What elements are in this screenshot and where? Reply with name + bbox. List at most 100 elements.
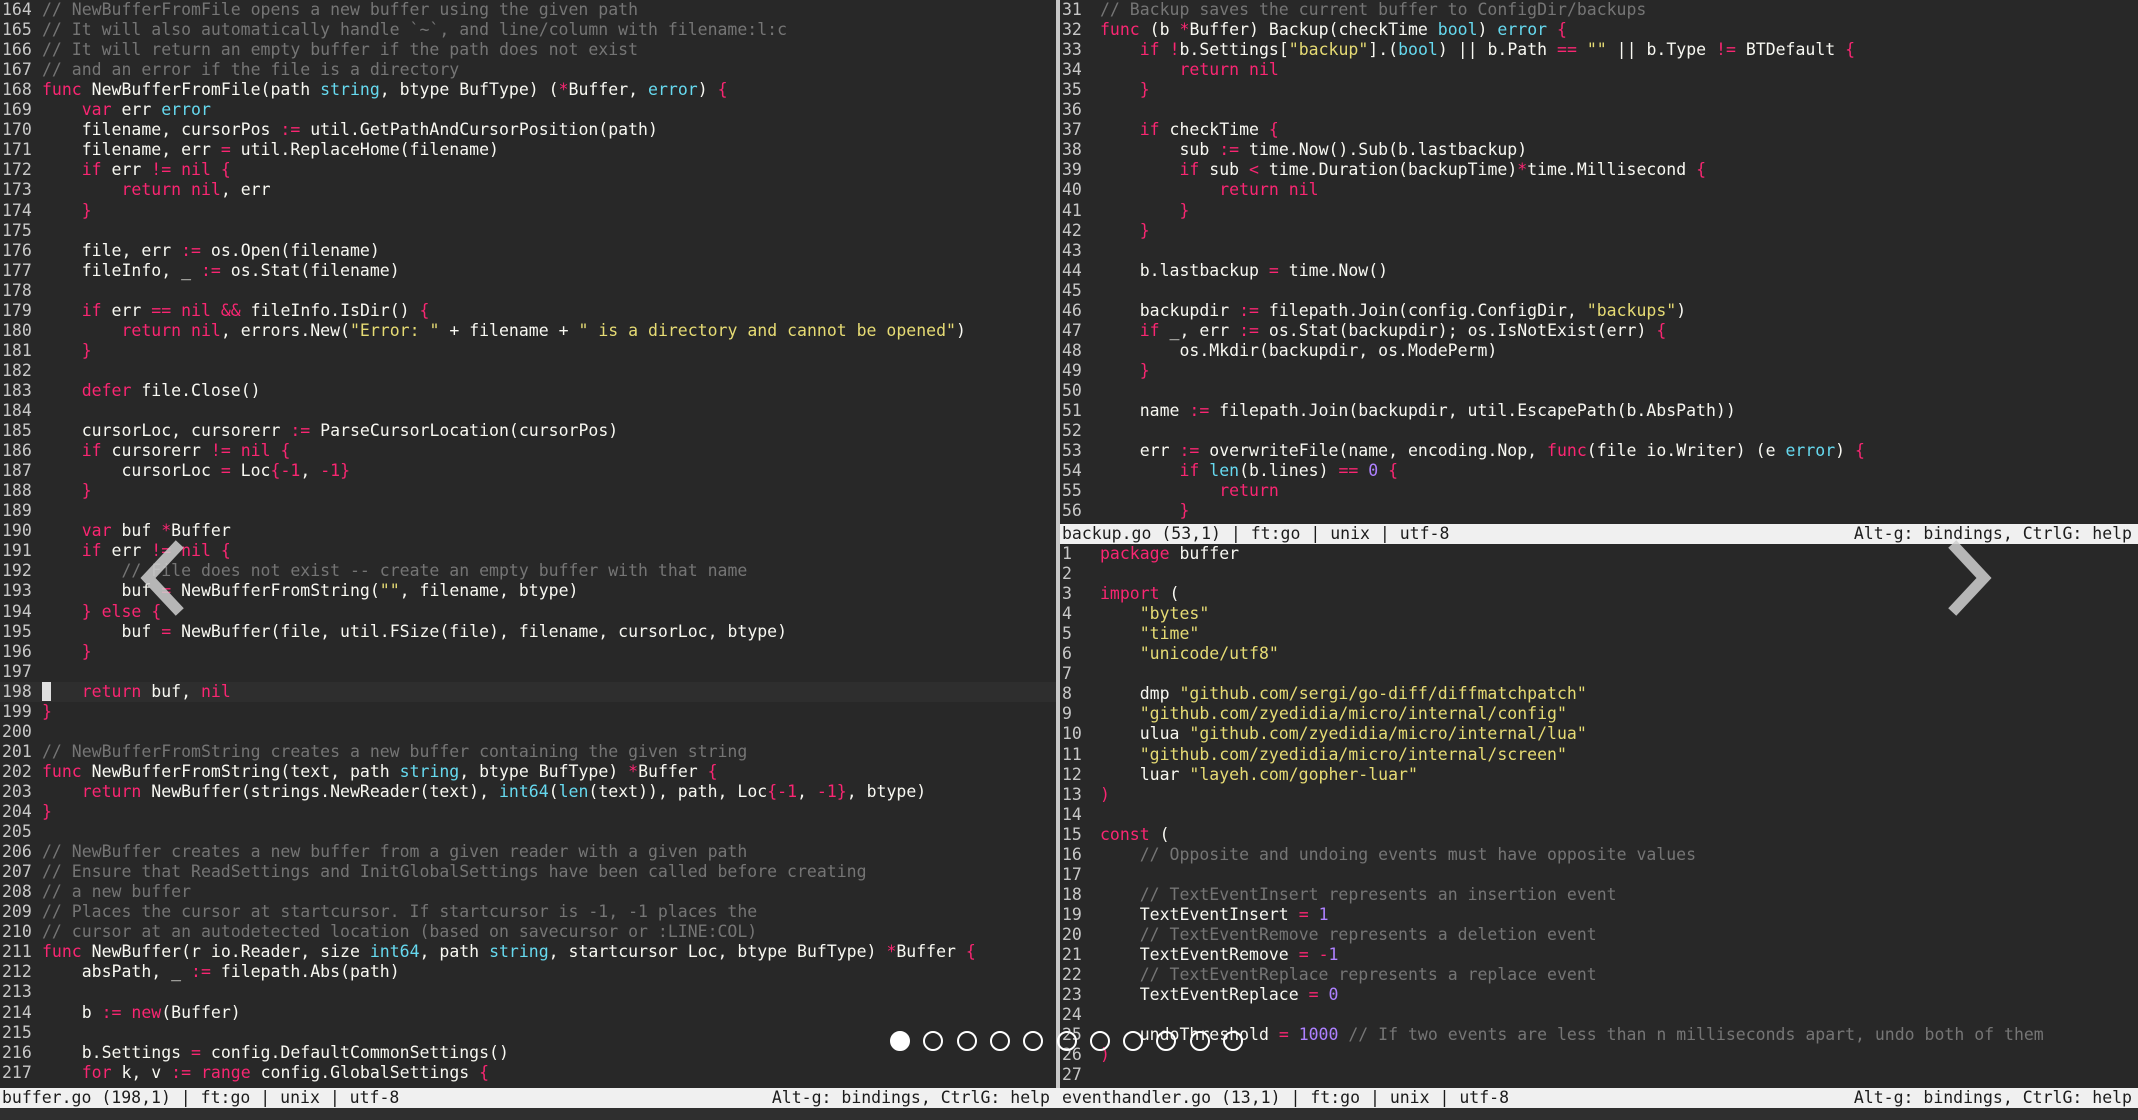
code-line: 168 func NewBufferFromFile(path string, b…	[0, 80, 1056, 100]
carousel-prev-button[interactable]	[132, 538, 192, 618]
line-number: 43	[1062, 240, 1082, 260]
code-token: "unicode/utf8"	[1139, 644, 1279, 664]
code-token: string	[489, 942, 549, 962]
code-token: )	[697, 80, 718, 100]
carousel-dot[interactable]	[1223, 1031, 1243, 1051]
code-line: 7	[1060, 664, 2138, 684]
line-number: 211	[2, 942, 32, 962]
code-token: (b.lines)	[1239, 461, 1339, 481]
code-token: NewBuffer(r io.Reader, size	[81, 942, 370, 962]
carousel-dot[interactable]	[1123, 1031, 1144, 1051]
code-token: // TextEventRemove represents a deletion…	[1139, 924, 1597, 944]
line-number: 181	[2, 340, 32, 360]
code-line: 39 if sub < time.Duration(backupTime)*ti…	[1060, 160, 2138, 180]
code-token: -1	[320, 461, 341, 481]
line-number: 167	[2, 60, 32, 80]
carousel-dot[interactable]	[1189, 1031, 1210, 1051]
carousel-dot[interactable]	[1056, 1031, 1077, 1051]
code-token: // a new buffer	[42, 882, 192, 902]
carousel-dot[interactable]	[1156, 1031, 1177, 1051]
top-right-editor-pane[interactable]: 31 // Backup saves the current buffer to …	[1060, 0, 2138, 524]
code-line: 209 // Places the cursor at startcursor. …	[0, 902, 1056, 922]
code-token: *	[1517, 160, 1528, 180]
line-number: 31	[1062, 0, 1082, 19]
line-number: 207	[2, 862, 32, 882]
line-number: 9	[1062, 704, 1072, 724]
code-token: NewBuffer(file, util.FSize(file), filena…	[171, 621, 788, 641]
code-token: 0	[1368, 461, 1379, 481]
line-number: 50	[1062, 380, 1082, 400]
code-token: filepath.Abs(path)	[210, 962, 400, 982]
line-number: 210	[2, 922, 32, 942]
line-number: 200	[2, 721, 32, 741]
carousel-dot[interactable]	[923, 1031, 944, 1051]
code-token: -	[1318, 945, 1329, 964]
code-token: nil	[181, 160, 211, 180]
code-line: 171 filename, err = util.ReplaceHome(fil…	[0, 140, 1056, 160]
carousel-dot[interactable]	[1089, 1031, 1110, 1051]
carousel-dot[interactable]	[890, 1031, 910, 1051]
code-token: {	[1696, 160, 1707, 180]
code-token: buffer	[1169, 544, 1240, 563]
code-line: 55 return	[1060, 481, 2138, 501]
code-token: !=	[1716, 40, 1736, 60]
code-token: }	[340, 461, 350, 481]
code-line: 177 fileInfo, _ := os.Stat(filename)	[0, 261, 1056, 281]
code-line: 36	[1060, 100, 2138, 120]
code-line: 33 if !b.Settings["backup"].(bool) || b.…	[1060, 40, 2138, 60]
bottom-right-editor-pane[interactable]: 1 package buffer 2 3 import (4 "bytes" 5 "tim…	[1060, 544, 2138, 1088]
code-token: =	[1298, 904, 1309, 924]
code-token: NewBufferFromString(	[171, 581, 380, 601]
code-token: import	[1100, 584, 1160, 604]
code-line: 210 // cursor at an autodetected location…	[0, 922, 1056, 942]
line-number: 23	[1062, 985, 1082, 1005]
line-number: 46	[1062, 300, 1082, 320]
code-token: util.GetPathAndCursorPosition(path)	[300, 120, 658, 140]
code-token: TextEventRemove	[1100, 945, 1299, 964]
code-token: cursorLoc	[42, 461, 221, 481]
line-number: 8	[1062, 684, 1072, 704]
code-line: 217 for k, v := range config.GlobalSetti…	[0, 1063, 1056, 1083]
line-number: 197	[2, 661, 32, 681]
line-number: 185	[2, 421, 32, 441]
code-token: string	[399, 761, 460, 781]
carousel-dot[interactable]	[989, 1031, 1010, 1051]
line-number: 202	[2, 761, 32, 781]
code-line: 24	[1060, 1005, 2138, 1025]
code-token: :=	[191, 962, 211, 982]
code-token: !=	[151, 160, 172, 180]
code-token: }	[81, 200, 92, 220]
code-token: :=	[171, 1062, 192, 1082]
line-number: 5	[1062, 624, 1072, 644]
code-token: func	[1100, 20, 1140, 40]
code-token: if	[81, 300, 102, 320]
carousel-next-button[interactable]	[1940, 538, 2000, 618]
code-token: filepath.Join(backupdir, util.EscapePath…	[1209, 401, 1736, 420]
line-number: 27	[1062, 1065, 1082, 1085]
code-token: {	[707, 761, 718, 781]
code-token: "github.com/zyedidia/micro/internal/scre…	[1139, 744, 1567, 764]
carousel-dot[interactable]	[956, 1031, 977, 1051]
carousel-dot[interactable]	[1023, 1031, 1044, 1051]
code-token: luar	[1100, 764, 1190, 784]
code-token: backupdir	[1100, 300, 1240, 320]
code-line: 31 // Backup saves the current buffer to …	[1060, 0, 2138, 20]
code-token: :=	[200, 260, 221, 280]
code-token: ].(	[1368, 40, 1399, 60]
line-number: 47	[1062, 320, 1082, 340]
code-token: b.Settings[	[1179, 40, 1289, 60]
code-line: 178	[0, 281, 1056, 301]
code-token: =	[1308, 985, 1319, 1005]
code-token: BTDefault	[1735, 40, 1846, 60]
code-line: 207 // Ensure that ReadSettings and InitG…	[0, 862, 1056, 882]
